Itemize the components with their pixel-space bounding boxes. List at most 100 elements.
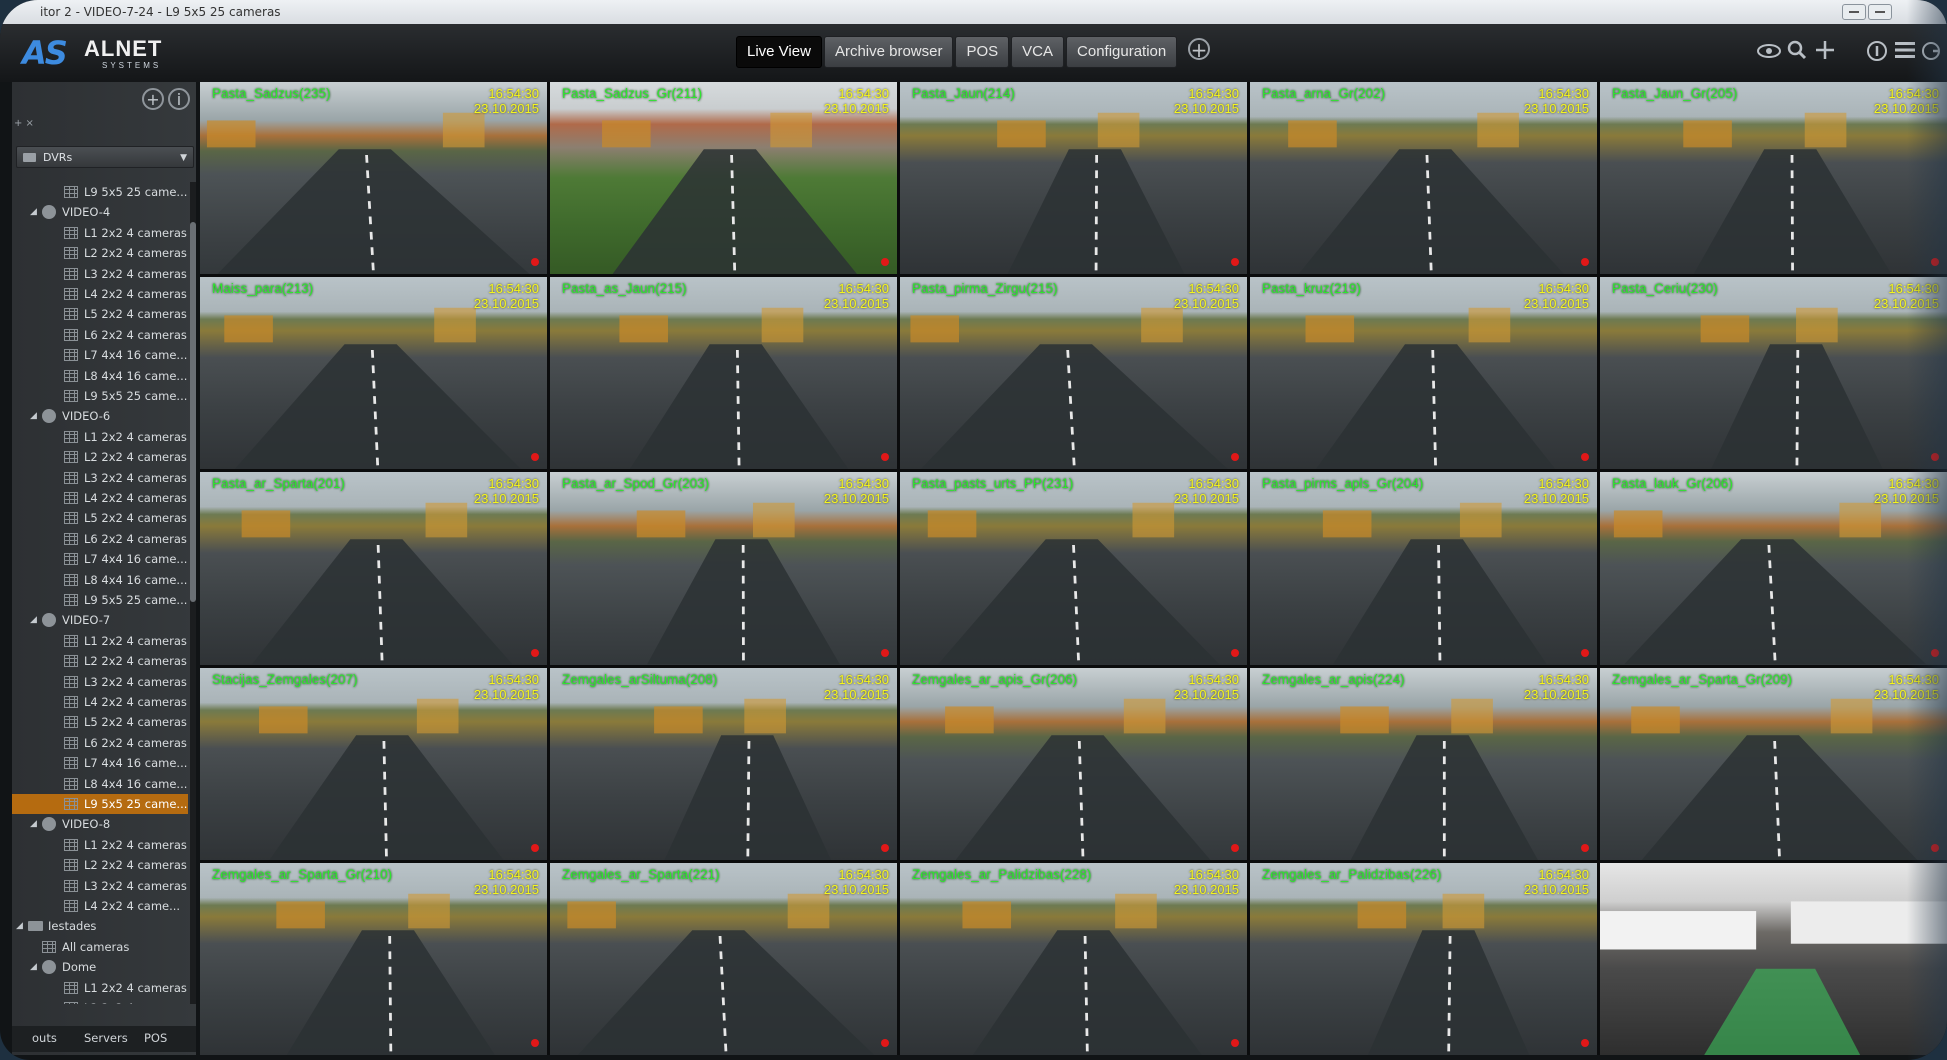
magnifier-icon[interactable]: [1784, 40, 1810, 64]
camera-tile[interactable]: Pasta_kruz(219) 16:54:30 23.10.2015: [1250, 277, 1597, 470]
camera-tile[interactable]: Zemgales_ar_Palidzibas(228) 16:54:30 23.10…: [900, 862, 1247, 1055]
tree-item-layout[interactable]: L9 5x5 25 came...: [12, 590, 188, 610]
camera-tile[interactable]: Pasta_Sadzus_Gr(211) 16:54:30 23.10.2015: [550, 82, 897, 275]
camera-tile[interactable]: Pasta_ar_Spod_Gr(203) 16:54:30 23.10.2015: [550, 472, 897, 665]
expand-arrow-icon[interactable]: ◢: [30, 202, 37, 222]
tree-item-layout[interactable]: L5 2x2 4 cameras: [12, 508, 188, 528]
camera-date: 23.10.2015: [823, 296, 889, 312]
tree-item-layout[interactable]: L1 2x2 4 cameras: [12, 978, 188, 998]
tree-item-layout[interactable]: L1 2x2 4 cameras: [12, 223, 188, 243]
tree-item-layout[interactable]: L3 2x2 4 cameras: [12, 468, 188, 488]
tree-item-layout[interactable]: L1 2x2 4 cameras: [12, 427, 188, 447]
tree-item-label: L7 4x4 16 came...: [84, 756, 188, 771]
tree-item-layout[interactable]: L2 2x2 4 cameras: [12, 243, 188, 263]
camera-tile[interactable]: Zemgales_ar_Sparta_Gr(209) 16:54:30 23.10.…: [1600, 667, 1947, 860]
tree-item-layout[interactable]: L6 2x2 4 cameras: [12, 529, 188, 549]
minimize-button[interactable]: [1842, 4, 1866, 20]
expand-arrow-icon[interactable]: ◢: [30, 610, 37, 630]
tree-item-layout[interactable]: L9 5x5 25 came...: [12, 182, 188, 202]
info-circle-icon[interactable]: i: [168, 88, 190, 110]
camera-tile[interactable]: Pasta_pasts_urts_PP(231) 16:54:30 23.10.20…: [900, 472, 1247, 665]
eye-icon[interactable]: [1756, 40, 1782, 64]
tree-item-folder[interactable]: ◢ Iestades: [12, 916, 188, 936]
expand-arrow-icon[interactable]: ◢: [30, 406, 37, 426]
camera-tile[interactable]: Zemgales_ar_apis_Gr(206) 16:54:30 23.10.20…: [900, 667, 1247, 860]
tree-item-layout[interactable]: L3 2x2 4 cameras: [12, 264, 188, 284]
tree-item-layout[interactable]: L6 2x2 4 cameras: [12, 733, 188, 753]
camera-tile[interactable]: Pasta_as_Jaun(215) 16:54:30 23.10.2015: [550, 277, 897, 470]
add-circle-icon[interactable]: +: [142, 88, 164, 110]
camera-tile[interactable]: Zemgales_ar_Sparta_Gr(210) 16:54:30 23.10.…: [200, 862, 547, 1055]
tree-item-layout[interactable]: L2 2x2 4 cameras: [12, 998, 188, 1004]
tree-item-layout[interactable]: L4 2x2 4 cameras: [12, 284, 188, 304]
camera-timestamp: 16:54:30 23.10.2015: [1524, 867, 1589, 897]
expand-arrow-icon[interactable]: ◢: [16, 916, 23, 936]
menu-icon[interactable]: [1892, 40, 1918, 64]
camera-tile[interactable]: Zemgales_ar_Sparta(221) 16:54:30 23.10.201…: [550, 862, 897, 1055]
maximize-button[interactable]: [1868, 4, 1892, 20]
tree-item-layout[interactable]: L2 2x2 4 cameras: [12, 651, 188, 671]
tree-item-server[interactable]: ◢ VIDEO-8: [12, 814, 188, 834]
tab-archive-browser[interactable]: Archive browser: [823, 36, 954, 68]
dvr-select[interactable]: DVRs ▼: [16, 146, 194, 168]
tree-item-layout[interactable]: L4 2x2 4 cameras: [12, 488, 188, 508]
camera-tile[interactable]: Pasta_Jaun_Gr(205) 16:54:30 23.10.2015: [1600, 82, 1947, 275]
camera-tile[interactable]: Pasta_pirma_Zirgu(215) 16:54:30 23.10.2015: [900, 277, 1247, 470]
tree-item-layout[interactable]: L8 4x4 16 came...: [12, 366, 188, 386]
sidebar-mini-tools[interactable]: + ×: [14, 118, 34, 129]
camera-tile[interactable]: Pasta_Ceriu(230) 16:54:30 23.10.2015: [1600, 277, 1947, 470]
tree-item-layout[interactable]: L3 2x2 4 cameras: [12, 876, 188, 896]
plus-circle-icon[interactable]: +: [1188, 38, 1210, 61]
power-icon[interactable]: [1918, 40, 1944, 64]
camera-tile[interactable]: Pasta_Jaun(214) 16:54:30 23.10.2015: [900, 82, 1247, 275]
tree-item-layout[interactable]: L7 4x4 16 came...: [12, 345, 188, 365]
tree-item-server[interactable]: ◢ VIDEO-4: [12, 202, 188, 222]
tree-item-layout[interactable]: L8 4x4 16 came...: [12, 570, 188, 590]
tree-item-layout[interactable]: L1 2x2 4 cameras: [12, 631, 188, 651]
tree-item-layout[interactable]: L7 4x4 16 came...: [12, 753, 188, 773]
tab-configuration[interactable]: Configuration: [1066, 36, 1178, 68]
tab-vca[interactable]: VCA: [1011, 36, 1065, 68]
tree-item-server[interactable]: ◢ VIDEO-6: [12, 406, 188, 426]
tree-item-server[interactable]: ◢ Dome: [12, 957, 188, 977]
tab-pos-bottom[interactable]: POS: [144, 1031, 167, 1045]
tree-item-label: L3 2x2 4 cameras: [84, 878, 187, 893]
tree-item-layout[interactable]: L4 2x2 4 came...: [12, 896, 188, 916]
expand-arrow-icon[interactable]: ◢: [30, 814, 37, 834]
scrollbar-thumb[interactable]: [190, 222, 196, 602]
tree-item-layout[interactable]: L7 4x4 16 came...: [12, 549, 188, 569]
tree-item-layout[interactable]: L5 2x2 4 cameras: [12, 304, 188, 324]
tab-servers[interactable]: Servers: [84, 1031, 128, 1045]
tree-item-layout[interactable]: L3 2x2 4 cameras: [12, 672, 188, 692]
tree-item-layout[interactable]: L1 2x2 4 cameras: [12, 835, 188, 855]
expand-arrow-icon[interactable]: ◢: [30, 957, 37, 977]
tab-pos[interactable]: POS: [955, 36, 1010, 68]
tree-item-plain[interactable]: All cameras: [12, 937, 188, 957]
tree-item-server[interactable]: ◢ VIDEO-7: [12, 610, 188, 630]
server-globe-icon: [42, 613, 56, 628]
camera-tile[interactable]: Pasta_ar_Sparta(201) 16:54:30 23.10.2015: [200, 472, 547, 665]
tree-item-layout[interactable]: L8 4x4 16 came...: [12, 774, 188, 794]
camera-tile[interactable]: [1600, 862, 1947, 1055]
camera-tile[interactable]: Pasta_lauk_Gr(206) 16:54:30 23.10.2015: [1600, 472, 1947, 665]
tree-item-layout[interactable]: L6 2x2 4 cameras: [12, 325, 188, 345]
camera-tile[interactable]: Zemgales_ar_Palidzibas(226) 16:54:30 23.10…: [1250, 862, 1597, 1055]
tree-item-layout[interactable]: L5 2x2 4 cameras: [12, 712, 188, 732]
info-icon[interactable]: [1864, 40, 1890, 64]
sidebar-scrollbar[interactable]: [190, 182, 196, 1004]
camera-tile[interactable]: Pasta_pirms_apls_Gr(204) 16:54:30 23.10.20…: [1250, 472, 1597, 665]
tree-item-layout[interactable]: L9 5x5 25 came...: [12, 386, 188, 406]
tree-item-layout[interactable]: L2 2x2 4 cameras: [12, 855, 188, 875]
camera-tile[interactable]: Pasta_Sadzus(235) 16:54:30 23.10.2015: [200, 82, 547, 275]
camera-tile[interactable]: Stacijas_Zemgales(207) 16:54:30 23.10.2015: [200, 667, 547, 860]
camera-tile[interactable]: Zemgales_arSiltuma(208) 16:54:30 23.10.201…: [550, 667, 897, 860]
tree-item-layout[interactable]: L2 2x2 4 cameras: [12, 447, 188, 467]
crosshair-icon[interactable]: [1812, 40, 1838, 64]
tree-item-layout[interactable]: L9 5x5 25 came...: [12, 794, 188, 814]
tab-layouts[interactable]: outs: [32, 1031, 57, 1045]
camera-tile[interactable]: Maiss_para(213) 16:54:30 23.10.2015: [200, 277, 547, 470]
camera-tile[interactable]: Zemgales_ar_apis(224) 16:54:30 23.10.2015: [1250, 667, 1597, 860]
tab-live-view[interactable]: Live View: [736, 36, 822, 68]
tree-item-layout[interactable]: L4 2x2 4 cameras: [12, 692, 188, 712]
camera-tile[interactable]: Pasta_arna_Gr(202) 16:54:30 23.10.2015: [1250, 82, 1597, 275]
